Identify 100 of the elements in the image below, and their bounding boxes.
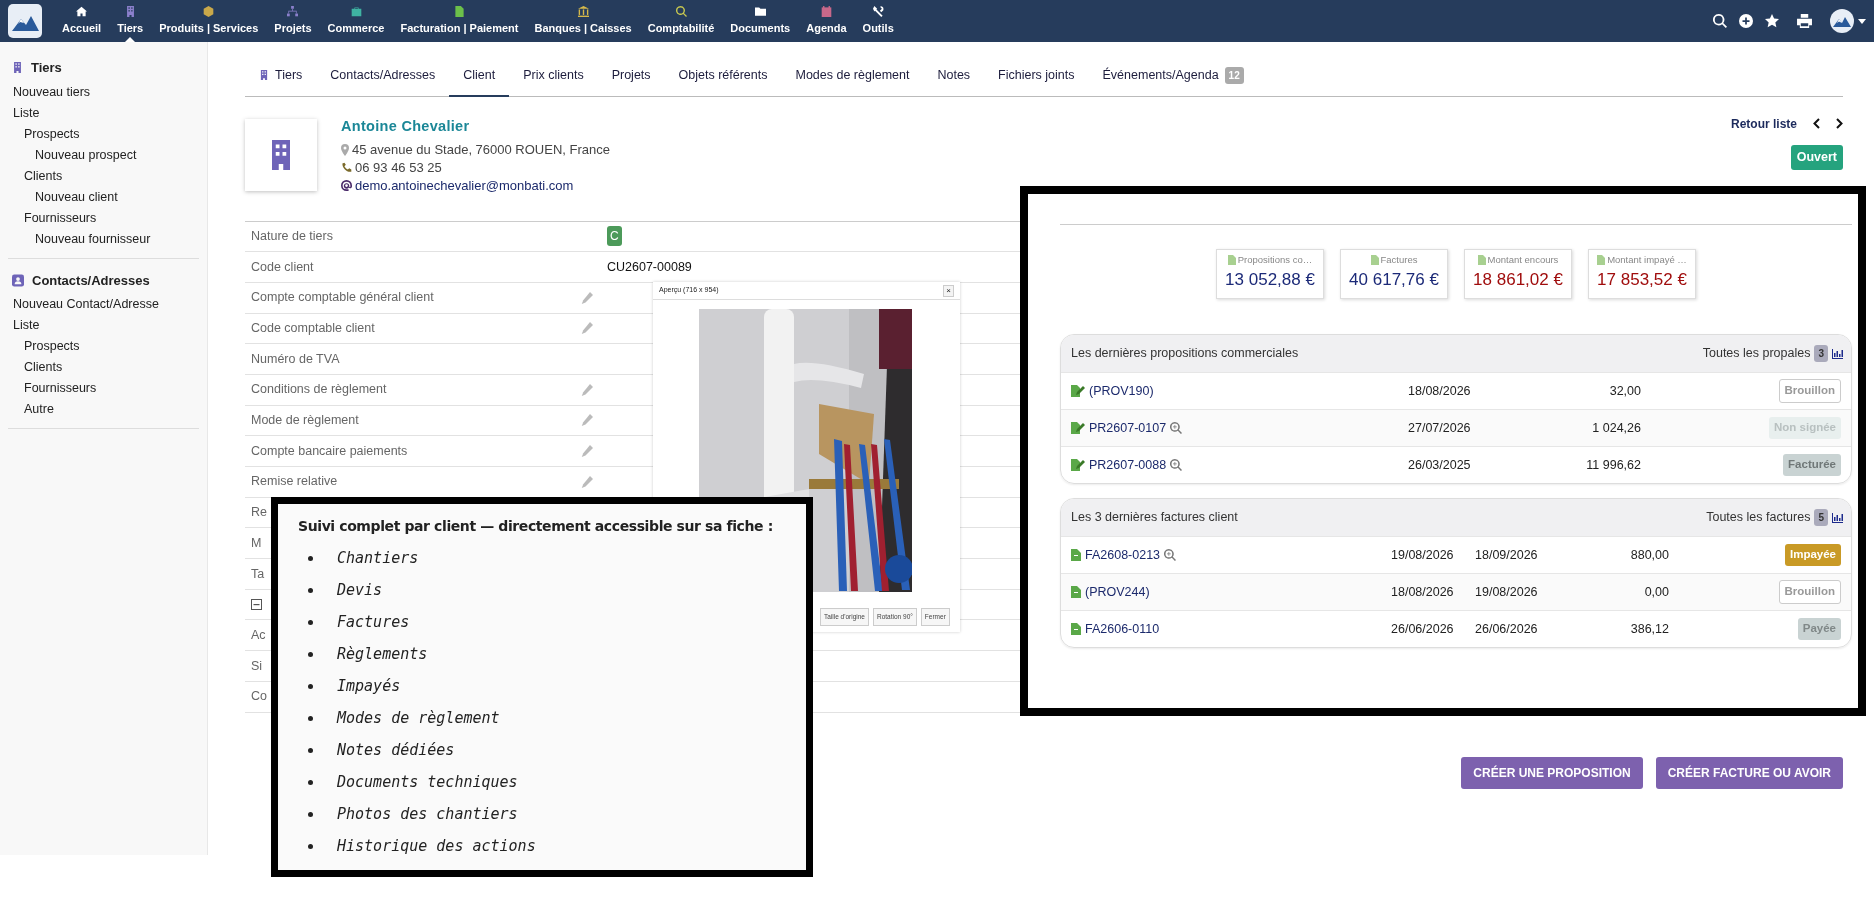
- user-menu[interactable]: [1830, 9, 1866, 33]
- menu-item[interactable]: Accueil: [54, 0, 110, 42]
- document-icon: [453, 5, 465, 17]
- field-label: Nature de tiers: [251, 227, 333, 245]
- field-label: Ac: [251, 626, 266, 644]
- tab[interactable]: Client: [449, 58, 510, 97]
- document-link[interactable]: FA2608-0213: [1085, 545, 1161, 565]
- previous-icon[interactable]: [1813, 118, 1820, 130]
- action-button[interactable]: CRÉER FACTURE OU AVOIR: [1655, 756, 1843, 789]
- briefcase-icon: [350, 5, 362, 17]
- tab[interactable]: Objets référents: [664, 58, 782, 97]
- menu-item[interactable]: Outils: [854, 0, 902, 42]
- amount-cell-text: 32,00: [1608, 382, 1641, 400]
- field-label: Numéro de TVA: [251, 350, 340, 368]
- menu-item[interactable]: Facturation | Paiement: [392, 0, 527, 42]
- field-label: Code comptable client: [251, 320, 375, 338]
- bullet-icon: [308, 651, 313, 657]
- search-icon[interactable]: [1713, 14, 1727, 28]
- sidebar-link[interactable]: Clients: [8, 357, 199, 378]
- caret-icon: [1858, 18, 1866, 24]
- star-icon[interactable]: [1765, 14, 1779, 28]
- view-all-link[interactable]: Toutes les factures: [1706, 508, 1811, 527]
- menu-item[interactable]: Produits | Services: [151, 0, 267, 42]
- date-cell-text: 27/07/2026: [1408, 419, 1472, 437]
- status-badge: Facturée: [1783, 454, 1841, 476]
- collapse-icon[interactable]: [251, 599, 262, 611]
- callout-heading: Suivi complet par client — directement accessible sur sa fiche :: [298, 517, 774, 536]
- close-button[interactable]: ×: [943, 284, 954, 297]
- status-badge: Brouillon: [1778, 580, 1841, 604]
- menu-item[interactable]: Projets: [266, 0, 320, 42]
- document-link[interactable]: (PROV190): [1089, 381, 1154, 401]
- date-cell-text: 18/08/2026: [1391, 583, 1455, 601]
- stat-label: Propositions co…: [1237, 253, 1313, 267]
- bullet-icon: [308, 619, 313, 625]
- tab[interactable]: Modes de règlement: [781, 58, 924, 97]
- bullet-icon: [308, 555, 313, 561]
- tab[interactable]: Tiers: [245, 58, 317, 97]
- zoom-in-icon[interactable]: [1170, 422, 1183, 434]
- proposal-icon: [1071, 459, 1085, 471]
- section-title: Contacts/Adresses: [32, 271, 150, 290]
- amount-cell-text: 11 996,62: [1585, 456, 1641, 474]
- stat-value: 40 617,76 €: [1348, 269, 1440, 292]
- menu-item[interactable]: Agenda: [798, 0, 855, 42]
- tab[interactable]: Projets: [597, 58, 665, 97]
- sidebar-link[interactable]: Fournisseurs: [8, 207, 199, 229]
- sidebar-link[interactable]: Liste: [8, 102, 199, 124]
- view-all-link[interactable]: Toutes les propales: [1702, 344, 1811, 363]
- menu-item[interactable]: Tiers: [109, 0, 152, 42]
- stat-label: Montant encours: [1487, 253, 1559, 267]
- bar-chart-icon[interactable]: [1832, 512, 1843, 523]
- tab[interactable]: Notes: [923, 58, 985, 97]
- sidebar-link[interactable]: Nouveau prospect: [8, 144, 199, 166]
- bank-icon: [577, 5, 589, 17]
- sidebar-link[interactable]: Nouveau fournisseur: [8, 228, 199, 250]
- bar-chart-icon[interactable]: [1832, 348, 1843, 359]
- document-link[interactable]: PR2607-0088: [1089, 455, 1167, 475]
- email-link[interactable]: demo.antoinechevalier@monbati.com: [355, 176, 574, 195]
- sidebar-link[interactable]: Fournisseurs: [8, 378, 199, 399]
- sidebar-link[interactable]: Clients: [8, 165, 199, 187]
- add-icon[interactable]: [1739, 14, 1753, 28]
- logo-icon[interactable]: [8, 4, 42, 38]
- document-link[interactable]: PR2607-0107: [1089, 418, 1167, 438]
- contact-card-icon: [12, 273, 24, 287]
- zoom-in-icon[interactable]: [1164, 549, 1177, 561]
- bullet-icon: [308, 683, 313, 689]
- count-badge: 5: [1814, 509, 1828, 526]
- count-badge: 3: [1814, 345, 1828, 362]
- sidebar-link[interactable]: Prospects: [8, 123, 199, 145]
- tab[interactable]: Contacts/Adresses: [316, 58, 450, 97]
- tab[interactable]: Fichiers joints: [984, 58, 1089, 97]
- menu-item[interactable]: Commerce: [319, 0, 393, 42]
- sidebar-link[interactable]: Liste: [8, 315, 199, 336]
- field-label: Code client: [251, 258, 314, 276]
- count-badge: 12: [1224, 66, 1244, 84]
- document-icon: [1477, 255, 1486, 266]
- zoom-in-icon[interactable]: [1170, 459, 1183, 471]
- tab[interactable]: Prix clients: [509, 58, 598, 97]
- field-value: CU2607-00089: [607, 259, 692, 274]
- sidebar-link[interactable]: Nouveau tiers: [8, 81, 199, 103]
- menu-item[interactable]: Banques | Caisses: [526, 0, 640, 42]
- menu-item[interactable]: Documents: [722, 0, 799, 42]
- feature-item: Photos des chantiers: [337, 803, 518, 825]
- field-label: Remise relative: [251, 473, 338, 491]
- print-icon[interactable]: [1797, 14, 1812, 28]
- sidebar-link[interactable]: Nouveau client: [8, 186, 199, 208]
- sidebar-link[interactable]: Prospects: [8, 336, 199, 357]
- tab[interactable]: Événements/Agenda 12: [1088, 58, 1258, 97]
- status-badge: Ouvert: [1790, 144, 1843, 170]
- feature-item: Impayés: [337, 675, 401, 697]
- feature-item: Chantiers: [337, 547, 419, 569]
- document-link[interactable]: (PROV244): [1085, 582, 1150, 602]
- action-button[interactable]: CRÉER UNE PROPOSITION: [1461, 756, 1643, 789]
- menu-item[interactable]: Comptabilité: [639, 0, 723, 42]
- sidebar-link[interactable]: Autre: [8, 399, 199, 420]
- feature-item: Documents techniques: [337, 771, 518, 793]
- location-pin-icon: [341, 143, 349, 156]
- back-to-list-link[interactable]: Retour liste: [1731, 114, 1797, 133]
- sidebar-link[interactable]: Nouveau Contact/Adresse: [8, 294, 199, 315]
- document-link[interactable]: FA2606-0110: [1085, 619, 1160, 639]
- next-icon[interactable]: [1836, 118, 1843, 130]
